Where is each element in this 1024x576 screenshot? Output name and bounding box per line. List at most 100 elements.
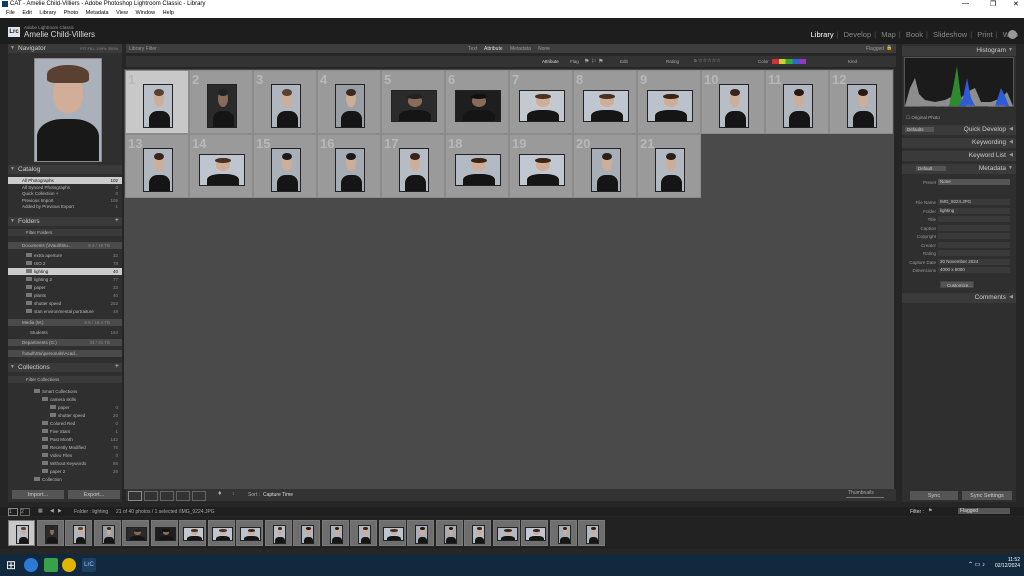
metadata-value[interactable] (938, 250, 1010, 256)
filmstrip-thumbnail[interactable] (93, 520, 121, 546)
volume-documents[interactable]: Documents (\\Vault\Stu... 9.4 / 19 TB (8, 242, 122, 249)
menu-view[interactable]: View (116, 10, 128, 16)
maximize-icon[interactable]: ❐ (990, 0, 996, 8)
thumbnail-size-slider[interactable] (846, 497, 884, 498)
lock-icon[interactable]: 🔒 (886, 45, 892, 51)
navigator-preview[interactable] (34, 58, 102, 162)
collection-item[interactable]: Smart Collections (8, 388, 122, 395)
menu-metadata[interactable]: Metadata (86, 10, 109, 16)
filter-folders[interactable]: Filter Folders (8, 229, 122, 236)
volume-departments[interactable]: Departments (G:) 33 / 31 TB (8, 339, 122, 346)
menu-window[interactable]: Window (136, 10, 156, 16)
metadata-value[interactable] (938, 233, 1010, 239)
collection-item[interactable]: Past Month 142 (8, 436, 122, 443)
module-book[interactable]: Book (906, 30, 923, 39)
grid-cell[interactable]: 5 (381, 70, 445, 134)
filmstrip-thumbnail[interactable] (293, 520, 320, 546)
filmstrip-thumbnail[interactable] (207, 520, 235, 546)
volume-vault[interactable]: \\Vault\Stu\personals\Acad... (8, 350, 122, 357)
sync-settings-button[interactable]: Sync Settings (962, 491, 1012, 500)
export-button[interactable]: Export... (68, 490, 120, 499)
quick-develop-preset[interactable]: Defaults (905, 127, 934, 132)
grid-cell[interactable]: 12 (829, 70, 893, 134)
collection-item[interactable]: Video Files 0 (8, 452, 122, 459)
menu-file[interactable]: File (6, 10, 15, 16)
filter-collections[interactable]: Filter Collections (8, 376, 122, 383)
module-develop[interactable]: Develop (844, 30, 872, 39)
collection-item[interactable]: Collection (8, 476, 122, 483)
grid-cell[interactable]: 21 (637, 134, 701, 198)
filmstrip-thumbnail[interactable] (578, 520, 605, 546)
collection-item[interactable]: Recently Modified 76 (8, 444, 122, 451)
grid-cell[interactable]: 10 (701, 70, 765, 134)
histogram[interactable] (904, 57, 1014, 107)
module-map[interactable]: Map (881, 30, 896, 39)
color-label-swatches[interactable] (772, 59, 806, 64)
filmstrip-thumbnail[interactable] (435, 520, 463, 546)
filmstrip-thumbnail[interactable] (350, 520, 377, 546)
grid-cell[interactable]: 20 (573, 134, 637, 198)
grid-cell[interactable]: 16 (317, 134, 381, 198)
grid-view-icon[interactable] (128, 491, 142, 501)
collection-item[interactable]: Five Stars 1 (8, 428, 122, 435)
customize-button[interactable]: Customize... (940, 281, 974, 288)
collections-header[interactable]: ▼ Collections + (8, 363, 122, 372)
grid-icon[interactable]: ▦ (38, 508, 43, 514)
back-arrow-icon[interactable]: ◀ (50, 508, 54, 514)
filmstrip-thumbnail[interactable] (122, 520, 149, 546)
edge-icon[interactable] (24, 558, 38, 572)
menu-library[interactable]: Library (39, 10, 56, 16)
grid-cell[interactable]: 9 (637, 70, 701, 134)
page-1-button[interactable]: 1 (8, 508, 18, 516)
keywording-header[interactable]: Keywording ◀ (902, 138, 1016, 148)
collection-item[interactable]: shutter speed 20 (8, 412, 122, 419)
page-2-button[interactable]: 2 (20, 508, 30, 516)
metadata-value[interactable]: IMG_9224.JPG (938, 199, 1010, 205)
rating-stars[interactable]: ≥ ☆☆☆☆☆ (694, 58, 721, 64)
grid-cell[interactable]: 11 (765, 70, 829, 134)
grid-cell[interactable]: 15 (253, 134, 317, 198)
grid-cell[interactable]: 4 (317, 70, 381, 134)
folder-item[interactable]: ISO 2 78 (8, 260, 122, 267)
filmstrip-thumbnail[interactable] (321, 520, 349, 546)
windows-start-icon[interactable]: ⊞ (6, 558, 20, 572)
filmstrip-thumbnail[interactable] (36, 520, 64, 546)
metadata-value[interactable]: 4000 x 6000 (938, 267, 1010, 273)
filmstrip-thumbnail[interactable] (407, 520, 434, 546)
filmstrip-source[interactable]: Folder : lighting (74, 509, 108, 515)
metadata-value[interactable]: lighting (938, 207, 1010, 214)
filter-tab-none[interactable]: None (538, 46, 550, 52)
metadata-preset-select[interactable]: None (938, 179, 1010, 185)
grid-cell[interactable]: 13 (125, 134, 189, 198)
comments-header[interactable]: Comments ◀ (902, 293, 1016, 303)
painter-icon[interactable]: ♦ (218, 490, 222, 497)
folder-item[interactable]: lighting 2 77 (8, 276, 122, 283)
chrome-icon[interactable] (62, 558, 76, 572)
close-icon[interactable]: ✕ (1013, 0, 1019, 8)
collection-item[interactable]: Without Keywords 86 (8, 460, 122, 467)
catalog-header[interactable]: ▼ Catalog (8, 165, 122, 174)
lightroom-taskbar-icon[interactable]: LrC (82, 558, 96, 572)
menu-help[interactable]: Help (163, 10, 174, 16)
filmstrip-thumbnail[interactable] (236, 520, 263, 546)
navigator-header[interactable]: ▼ Navigator FIT FILL 100% 200% (8, 44, 122, 53)
folders-header[interactable]: ▼ Folders + (8, 217, 122, 226)
filmstrip-thumbnail[interactable] (378, 520, 406, 546)
menu-edit[interactable]: Edit (22, 10, 31, 16)
module-slideshow[interactable]: Slideshow (933, 30, 967, 39)
quick-develop-header[interactable]: Defaults Quick Develop ◀ (902, 125, 1016, 135)
filmstrip-thumbnail[interactable] (65, 520, 92, 546)
metadata-value[interactable] (938, 241, 1010, 248)
compare-view-icon[interactable] (160, 491, 174, 501)
grid-cell[interactable]: 7 (509, 70, 573, 134)
import-button[interactable]: Import... (12, 490, 64, 499)
flag-icon[interactable]: ⚑ (928, 508, 932, 514)
filmstrip-thumbnail[interactable] (549, 520, 577, 546)
grid-cell[interactable]: 8 (573, 70, 637, 134)
sync-metadata-button[interactable]: Sync (910, 491, 958, 500)
filmstrip-thumbnail[interactable] (464, 520, 491, 546)
module-print[interactable]: Print (977, 30, 992, 39)
collection-item[interactable]: paper 2 26 (8, 468, 122, 475)
collection-item[interactable]: camera skills (8, 396, 122, 403)
grid-cell[interactable]: 18 (445, 134, 509, 198)
